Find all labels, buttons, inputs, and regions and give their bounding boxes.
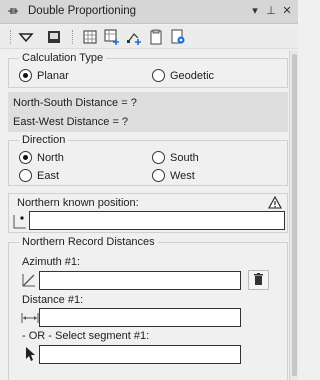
radio-circle[interactable] [152,151,165,164]
grid-select-icon[interactable] [82,29,98,45]
radio-east-label: East [37,169,60,182]
calculation-type-group: Calculation Type Planar Geodetic [8,52,288,88]
distance-input[interactable] [39,308,241,327]
radio-circle[interactable] [152,69,165,82]
azimuth-input[interactable] [39,271,241,290]
known-position-group: Northern known position: [8,193,288,233]
auto-hide-pin-icon[interactable]: ⊥ [264,3,278,19]
distance-info-panel: North-South Distance = ? East-West Dista… [8,92,288,132]
calculation-type-legend: Calculation Type [19,52,107,65]
screen-icon[interactable] [46,29,62,45]
pane-titlebar: Double Proportioning ▾ ⊥ ✕ [0,0,298,24]
ew-distance-text: East-West Distance = ? [13,116,129,128]
document-settings-icon[interactable] [170,29,186,45]
delete-button[interactable] [248,270,269,290]
menu-dropdown-icon[interactable] [18,29,34,45]
radio-west-label: West [170,169,195,182]
scrollbar-thumb[interactable] [292,54,297,376]
direction-legend: Direction [19,134,69,147]
radio-east[interactable]: East [19,169,59,182]
trash-icon [254,273,263,285]
clipboard-icon[interactable] [148,29,164,45]
azimuth-label: Azimuth #1: [22,256,81,268]
radio-planar-label: Planar [37,69,69,82]
direction-group: Direction North South East West [8,134,288,186]
radio-south-label: South [170,151,199,164]
radio-planar[interactable]: Planar [19,69,69,82]
radio-geodetic[interactable]: Geodetic [152,69,214,82]
warning-icon [268,196,282,209]
vertical-scrollbar[interactable] [289,50,298,380]
radio-north[interactable]: North [19,151,64,164]
pin-icon[interactable] [7,5,19,17]
close-icon[interactable]: ✕ [280,3,294,19]
radio-west[interactable]: West [152,169,195,182]
radio-circle-checked[interactable] [19,151,32,164]
pane-title: Double Proportioning [28,5,137,17]
record-distances-group: Northern Record Distances Azimuth #1: Di… [8,236,288,380]
toolbar [0,25,298,49]
grid-add-icon[interactable] [104,29,120,45]
known-position-input[interactable] [29,211,285,230]
radio-circle-checked[interactable] [19,69,32,82]
distance-icon [21,313,39,323]
options-dropdown-icon[interactable]: ▾ [248,3,262,19]
known-position-label: Northern known position: [17,197,139,209]
radio-circle[interactable] [152,169,165,182]
toolbar-separator [72,30,73,44]
select-arrow-icon[interactable] [24,346,36,362]
add-point-icon[interactable] [126,29,142,45]
radio-north-label: North [37,151,64,164]
radio-geodetic-label: Geodetic [170,69,215,82]
select-segment-label: - OR - Select segment #1: [22,330,150,342]
radio-south[interactable]: South [152,151,199,164]
segment-input[interactable] [39,345,241,364]
radio-circle[interactable] [19,169,32,182]
ns-distance-text: North-South Distance = ? [13,97,137,109]
known-point-icon [13,215,26,229]
toolbar-grip [10,30,11,44]
record-distances-legend: Northern Record Distances [19,236,158,249]
azimuth-icon [22,274,35,287]
distance-label: Distance #1: [22,294,84,306]
